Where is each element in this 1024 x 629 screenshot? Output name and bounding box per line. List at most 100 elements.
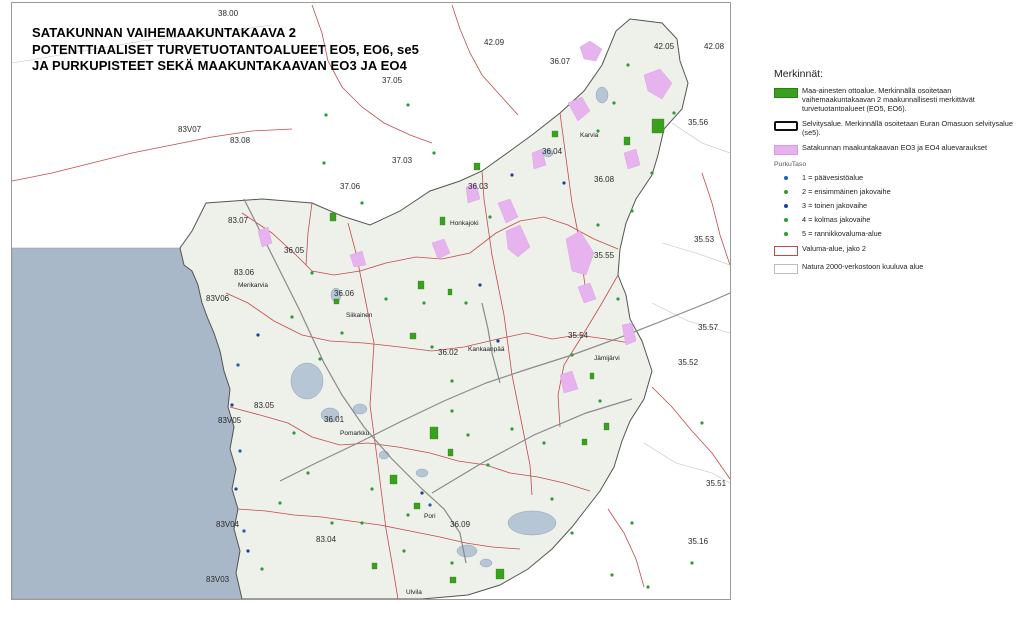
discharge-point bbox=[550, 497, 554, 501]
legend-item-eo-reservations: Satakunnan maakuntakaavan EO3 ja EO4 alu… bbox=[772, 143, 1017, 155]
green-area-swatch bbox=[774, 88, 798, 98]
legend-purku-level-5: 5 = rannikkovaluma-alue bbox=[772, 228, 1017, 241]
discharge-point bbox=[478, 283, 482, 287]
area-code-label: 35.16 bbox=[688, 537, 709, 546]
outline-area-swatch bbox=[774, 121, 798, 131]
area-code-label: 42.08 bbox=[704, 42, 725, 51]
legend-purku-text: 1 = päävesistöalue bbox=[802, 173, 864, 182]
discharge-point bbox=[432, 151, 436, 155]
place-name-label: Pomarkku bbox=[340, 430, 370, 437]
point-marker-icon bbox=[784, 190, 788, 194]
place-name-label: Ulvila bbox=[406, 589, 422, 596]
discharge-point bbox=[610, 573, 614, 577]
legend-purku-heading: PurkuTaso bbox=[774, 161, 807, 168]
place-name-label: Siikainen bbox=[346, 312, 373, 319]
discharge-point bbox=[562, 181, 566, 185]
discharge-point bbox=[450, 561, 454, 565]
area-code-label: 83V03 bbox=[206, 575, 230, 584]
map-canvas: 38.00 42.09 42.05 42.08 36.07 37.05 83V07 83.08… bbox=[12, 4, 730, 599]
map-title-line-3: JA PURKUPISTEET SEKÄ MAAKUNTAKAAVAN EO3 … bbox=[32, 58, 407, 73]
discharge-point bbox=[420, 491, 424, 495]
legend-purku-text: 4 = kolmas jakovaihe bbox=[802, 215, 871, 224]
legend-item-selection-area: Selvitysalue. Merkinnällä osoitetaan Eur… bbox=[772, 119, 1017, 137]
grey-outline-swatch bbox=[774, 264, 798, 274]
discharge-point bbox=[630, 521, 634, 525]
discharge-point bbox=[542, 441, 546, 445]
discharge-point bbox=[646, 585, 650, 589]
discharge-point bbox=[510, 427, 514, 431]
discharge-point bbox=[242, 529, 246, 533]
discharge-point bbox=[402, 549, 406, 553]
discharge-point bbox=[360, 521, 364, 525]
point-marker-icon bbox=[784, 218, 788, 222]
discharge-point bbox=[626, 63, 630, 67]
area-code-label: 38.00 bbox=[218, 9, 239, 18]
discharge-point bbox=[700, 421, 704, 425]
discharge-point bbox=[236, 363, 240, 367]
place-name-label: Karvia bbox=[580, 132, 599, 139]
area-code-label: 35.51 bbox=[706, 479, 727, 488]
pink-area-swatch bbox=[774, 145, 798, 155]
legend-purku-level-1: 1 = päävesistöalue bbox=[772, 172, 1017, 185]
area-code-label: 37.03 bbox=[392, 156, 413, 165]
area-code-label: 36.03 bbox=[468, 182, 489, 191]
discharge-point bbox=[510, 173, 514, 177]
discharge-point bbox=[318, 357, 322, 361]
discharge-point bbox=[630, 209, 634, 213]
discharge-point bbox=[278, 501, 282, 505]
discharge-point bbox=[672, 111, 676, 115]
discharge-point bbox=[690, 561, 694, 565]
legend-item-text: Maa-ainesten ottoalue. Merkinnällä osoit… bbox=[802, 86, 975, 113]
area-code-label: 35.54 bbox=[568, 331, 589, 340]
area-code-label: 35.55 bbox=[594, 251, 615, 260]
place-name-label: Pori bbox=[424, 513, 436, 520]
legend-heading: Merkinnät: bbox=[774, 68, 824, 80]
place-name-label: Kankaanpää bbox=[468, 346, 505, 353]
discharge-point bbox=[384, 297, 388, 301]
discharge-point bbox=[306, 471, 310, 475]
area-code-label: 83V05 bbox=[218, 416, 242, 425]
discharge-point bbox=[406, 103, 410, 107]
legend-boundary-catchment: Valuma-alue, jako 2 bbox=[772, 244, 1017, 256]
discharge-point bbox=[616, 297, 620, 301]
area-code-label: 35.53 bbox=[694, 235, 715, 244]
map-title: SATAKUNNAN VAIHEMAAKUNTAKAAVA 2 POTENTTI… bbox=[32, 25, 419, 75]
place-name-label: Merikarvia bbox=[238, 282, 268, 289]
discharge-point bbox=[238, 449, 242, 453]
area-code-label: 83.06 bbox=[234, 268, 255, 277]
legend-purku-level-4: 4 = kolmas jakovaihe bbox=[772, 214, 1017, 227]
area-code-label: 35.52 bbox=[678, 358, 699, 367]
map-page: 38.00 42.09 42.05 42.08 36.07 37.05 83V07 83.08… bbox=[0, 0, 1024, 629]
area-code-label: 36.02 bbox=[438, 348, 459, 357]
discharge-point bbox=[340, 331, 344, 335]
area-code-label: 83V07 bbox=[178, 125, 202, 134]
discharge-point bbox=[570, 353, 574, 357]
area-code-label: 83.05 bbox=[254, 401, 275, 410]
area-code-label: 83.08 bbox=[230, 136, 251, 145]
discharge-point bbox=[260, 567, 264, 571]
discharge-point bbox=[422, 301, 426, 305]
area-code-label: 36.08 bbox=[594, 175, 615, 184]
legend-purku-text: 3 = toinen jakovaihe bbox=[802, 201, 868, 210]
legend-item-text: Satakunnan maakuntakaavan EO3 ja EO4 alu… bbox=[802, 143, 987, 152]
discharge-point bbox=[650, 171, 654, 175]
area-code-label: 36.07 bbox=[550, 57, 571, 66]
discharge-point bbox=[324, 113, 328, 117]
discharge-point bbox=[496, 339, 500, 343]
discharge-point bbox=[406, 513, 410, 517]
map-frame: 38.00 42.09 42.05 42.08 36.07 37.05 83V07 83.08… bbox=[11, 2, 731, 600]
red-outline-swatch bbox=[774, 246, 798, 256]
discharge-point bbox=[428, 503, 432, 507]
legend-item-peat-areas: Maa-ainesten ottoalue. Merkinnällä osoit… bbox=[772, 86, 1017, 113]
legend-item-text: Selvitysalue. Merkinnällä osoitetaan Eur… bbox=[802, 119, 1013, 137]
discharge-point bbox=[598, 399, 602, 403]
discharge-point bbox=[464, 301, 468, 305]
discharge-point bbox=[256, 333, 260, 337]
discharge-point bbox=[370, 487, 374, 491]
discharge-point bbox=[450, 409, 454, 413]
legend-purku-text: 5 = rannikkovaluma-alue bbox=[802, 229, 882, 238]
discharge-point bbox=[330, 521, 334, 525]
discharge-point bbox=[450, 379, 454, 383]
discharge-point bbox=[230, 403, 234, 407]
discharge-point bbox=[292, 431, 296, 435]
